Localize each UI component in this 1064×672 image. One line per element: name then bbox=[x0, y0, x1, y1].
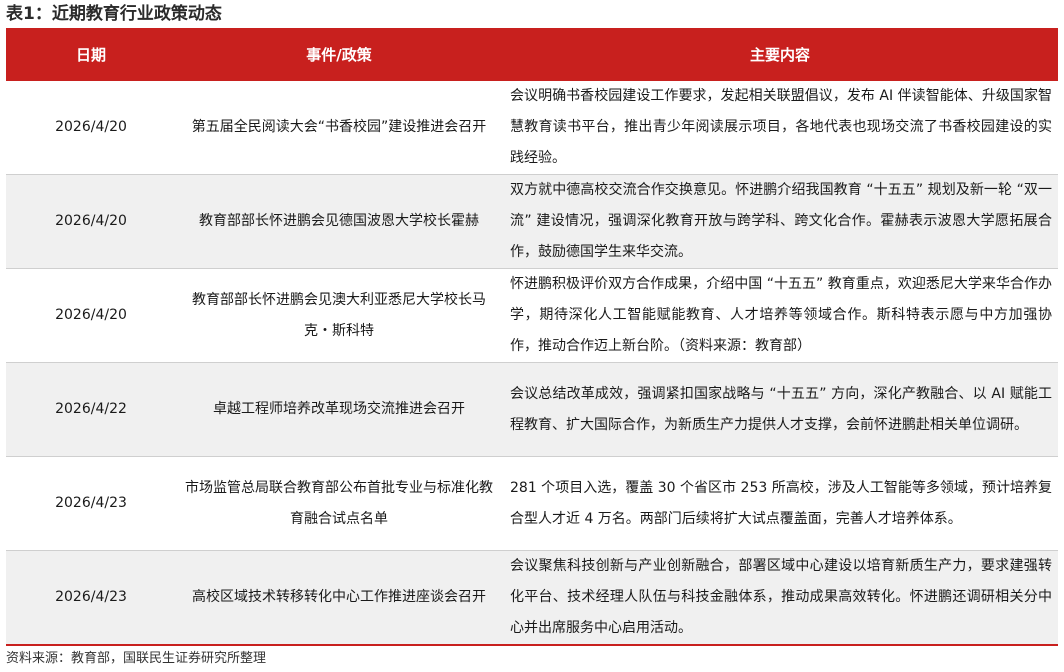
cell-event: 卓越工程师培养改革现场交流推进会召开 bbox=[176, 362, 502, 457]
cell-date: 2026/4/23 bbox=[55, 495, 127, 511]
source-note: 资料来源：教育部，国联民生证券研究所整理 bbox=[6, 651, 267, 666]
cell-date: 2026/4/23 bbox=[6, 550, 176, 645]
cell-event: 教育部部长怀进鹏会见德国波恩大学校长霍赫 bbox=[176, 174, 502, 269]
cell-content: 会议总结改革成效，强调紧扣国家战略与 “十五五” 方向，深化产教融合、以 AI … bbox=[502, 362, 1058, 457]
header-content: 主要内容 bbox=[502, 28, 1058, 81]
cell-content: 281 个项目入选，覆盖 30 个省区市 253 所高校，涉及人工智能等多领域，… bbox=[510, 479, 1052, 527]
cell-date: 2026/4/20 bbox=[55, 119, 127, 135]
cell-event: 市场监管总局联合教育部公布首批专业与标准化教育融合试点名单 bbox=[185, 479, 493, 527]
table-row: 2026/4/22 卓越工程师培养改革现场交流推进会召开 会议总结改革成效，强调… bbox=[6, 362, 1058, 457]
policy-table-container: 日期 事件/政策 主要内容 2026/4/20 第五届全民阅读大会“书香校园”建… bbox=[6, 28, 1058, 646]
cell-date: 2026/4/22 bbox=[6, 362, 176, 457]
cell-date: 2026/4/20 bbox=[55, 307, 127, 323]
cell-content: 会议明确书香校园建设工作要求，发起相关联盟倡议，发布 AI 伴读智能体、升级国家… bbox=[510, 88, 1052, 166]
table-header-row: 日期 事件/政策 主要内容 bbox=[6, 28, 1058, 81]
policy-table: 日期 事件/政策 主要内容 2026/4/20 第五届全民阅读大会“书香校园”建… bbox=[6, 28, 1058, 646]
table-row: 2026/4/20 第五届全民阅读大会“书香校园”建设推进会召开 会议明确书香校… bbox=[6, 81, 1058, 175]
table-row: 2026/4/23 市场监管总局联合教育部公布首批专业与标准化教育融合试点名单 … bbox=[6, 457, 1058, 551]
table-title: 表1：近期教育行业政策动态 bbox=[6, 4, 222, 24]
cell-event: 第五届全民阅读大会“书香校园”建设推进会召开 bbox=[191, 119, 487, 135]
cell-event: 教育部部长怀进鹏会见澳大利亚悉尼大学校长马克・斯科特 bbox=[192, 291, 486, 339]
table-row: 2026/4/20 教育部部长怀进鹏会见德国波恩大学校长霍赫 双方就中德高校交流… bbox=[6, 174, 1058, 269]
header-event: 事件/政策 bbox=[176, 28, 502, 81]
cell-content: 会议聚焦科技创新与产业创新融合，部署区域中心建设以培育新质生产力，要求建强转化平… bbox=[502, 550, 1058, 645]
table-row: 2026/4/20 教育部部长怀进鹏会见澳大利亚悉尼大学校长马克・斯科特 怀进鹏… bbox=[6, 269, 1058, 363]
table-row: 2026/4/23 高校区域技术转移转化中心工作推进座谈会召开 会议聚焦科技创新… bbox=[6, 550, 1058, 645]
cell-content: 双方就中德高校交流合作交换意见。怀进鹏介绍我国教育 “十五五” 规划及新一轮 “… bbox=[502, 174, 1058, 269]
header-date: 日期 bbox=[6, 28, 176, 81]
cell-event: 高校区域技术转移转化中心工作推进座谈会召开 bbox=[176, 550, 502, 645]
cell-content: 怀进鹏积极评价双方合作成果，介绍中国 “十五五” 教育重点，欢迎悉尼大学来华合作… bbox=[510, 276, 1052, 354]
cell-date: 2026/4/20 bbox=[6, 174, 176, 269]
